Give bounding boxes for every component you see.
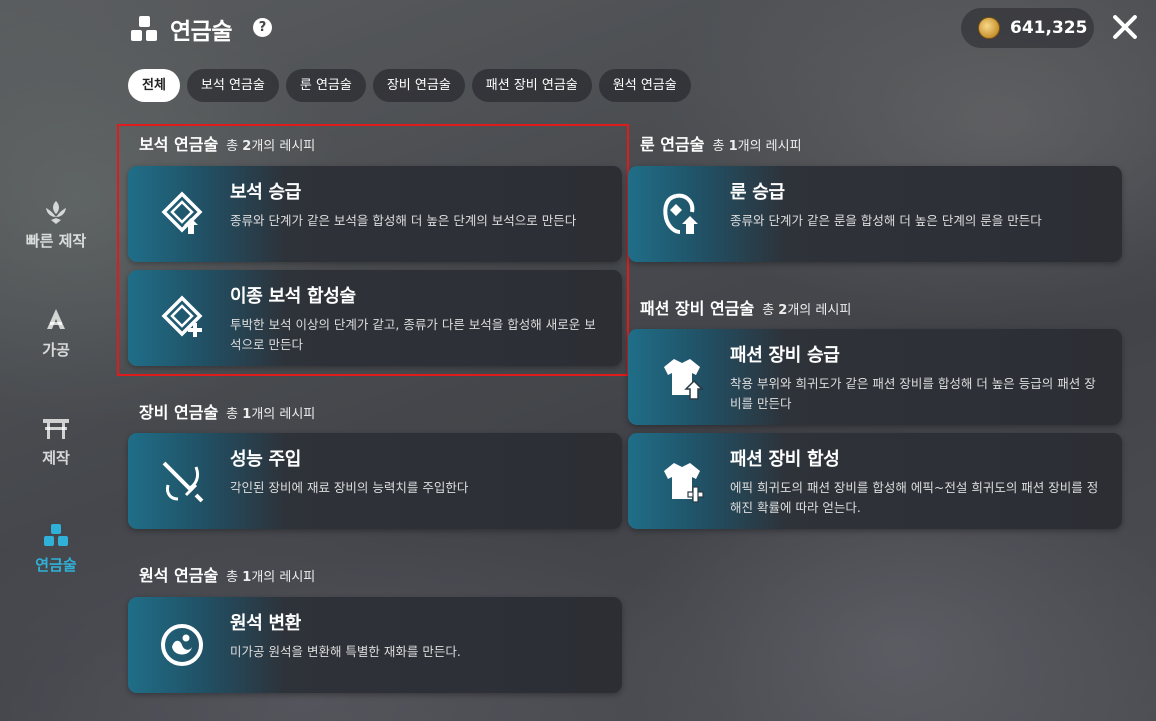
tab-gem-alchemy[interactable]: 보석 연금술	[186, 69, 279, 102]
sidebar-item-quick-craft[interactable]: 빠른 제작	[20, 196, 92, 251]
recipe-card-performance-inject[interactable]: 성능 주입 각인된 장비에 재료 장비의 능력치를 주입한다	[128, 433, 622, 529]
section-title-equipment: 장비 연금술 총 1개의 레시피	[139, 403, 316, 422]
workbench-icon	[43, 419, 69, 439]
lotus-icon	[46, 201, 66, 224]
sidebar-item-processing[interactable]: 가공	[20, 305, 92, 360]
card-title: 룬 승급	[730, 182, 785, 203]
recipe-card-fashion-upgrade[interactable]: 패션 장비 승급 착용 부위와 희귀도가 같은 패션 장비를 합성해 더 높은 …	[628, 329, 1122, 425]
tab-equipment-alchemy[interactable]: 장비 연금술	[372, 69, 465, 102]
tab-all[interactable]: 전체	[128, 69, 180, 102]
alchemy-title-icon	[131, 16, 159, 42]
card-title: 원석 변환	[230, 613, 302, 634]
currency-display: 641,325	[961, 8, 1094, 48]
ore-convert-icon	[161, 624, 203, 666]
card-title: 패션 장비 합성	[730, 449, 840, 470]
currency-value: 641,325	[1010, 18, 1088, 38]
card-title: 패션 장비 승급	[730, 345, 840, 366]
fashion-combine-icon	[664, 463, 704, 503]
alchemy-icon	[44, 524, 68, 546]
section-title-fashion: 패션 장비 연금술 총 2개의 레시피	[640, 299, 852, 318]
sidebar-item-label: 빠른 제작	[25, 232, 87, 250]
section-title-rune: 룬 연금술 총 1개의 레시피	[640, 135, 802, 154]
sidebar-item-label: 가공	[42, 341, 70, 359]
page-title: 연금술	[170, 19, 232, 45]
rune-upgrade-icon	[663, 193, 698, 234]
sidebar-item-crafting[interactable]: 제작	[20, 413, 92, 468]
close-button[interactable]	[1108, 10, 1142, 44]
recipe-card-fashion-combine[interactable]: 패션 장비 합성 에픽 희귀도의 패션 장비를 합성해 에픽~전설 희귀도의 패…	[628, 433, 1122, 529]
sidebar-item-label: 연금술	[35, 556, 77, 574]
help-icon[interactable]: ?	[253, 18, 272, 37]
recipe-card-rune-upgrade[interactable]: 룬 승급 종류와 단계가 같은 룬을 합성해 더 높은 단계의 룬을 만든다	[628, 166, 1122, 262]
sidebar-item-label: 제작	[42, 449, 70, 467]
card-description: 종류와 단계가 같은 룬을 합성해 더 높은 단계의 룬을 만든다	[730, 213, 1042, 228]
recipe-card-ore-convert[interactable]: 원석 변환 미가공 원석을 변환해 특별한 재화를 만든다.	[128, 597, 622, 693]
fashion-upgrade-icon	[664, 359, 704, 400]
card-description: 각인된 장비에 재료 장비의 능력치를 주입한다	[230, 480, 469, 495]
sidebar-item-alchemy[interactable]: 연금술	[20, 520, 92, 575]
tab-rune-alchemy[interactable]: 룬 연금술	[285, 69, 366, 102]
card-description: 착용 부위와 희귀도가 같은 패션 장비를 합성해 더 높은 등급의 패션 장비…	[730, 376, 1096, 411]
coin-icon	[978, 17, 1000, 39]
selection-highlight	[117, 124, 629, 376]
category-tabs: 전체 보석 연금술 룬 연금술 장비 연금술 패션 장비 연금술 원석 연금술	[128, 69, 691, 102]
tab-fashion-alchemy[interactable]: 패션 장비 연금술	[471, 69, 592, 102]
section-title-ore: 원석 연금술 총 1개의 레시피	[139, 566, 316, 585]
card-description: 미가공 원석을 변환해 특별한 재화를 만든다.	[230, 644, 461, 659]
card-description: 에픽 희귀도의 패션 장비를 합성해 에픽~전설 희귀도의 패션 장비를 정해진…	[730, 480, 1099, 515]
anvil-icon	[47, 309, 65, 329]
tab-ore-alchemy[interactable]: 원석 연금술	[598, 69, 691, 102]
sword-inject-icon	[162, 461, 204, 503]
card-title: 성능 주입	[230, 449, 302, 470]
